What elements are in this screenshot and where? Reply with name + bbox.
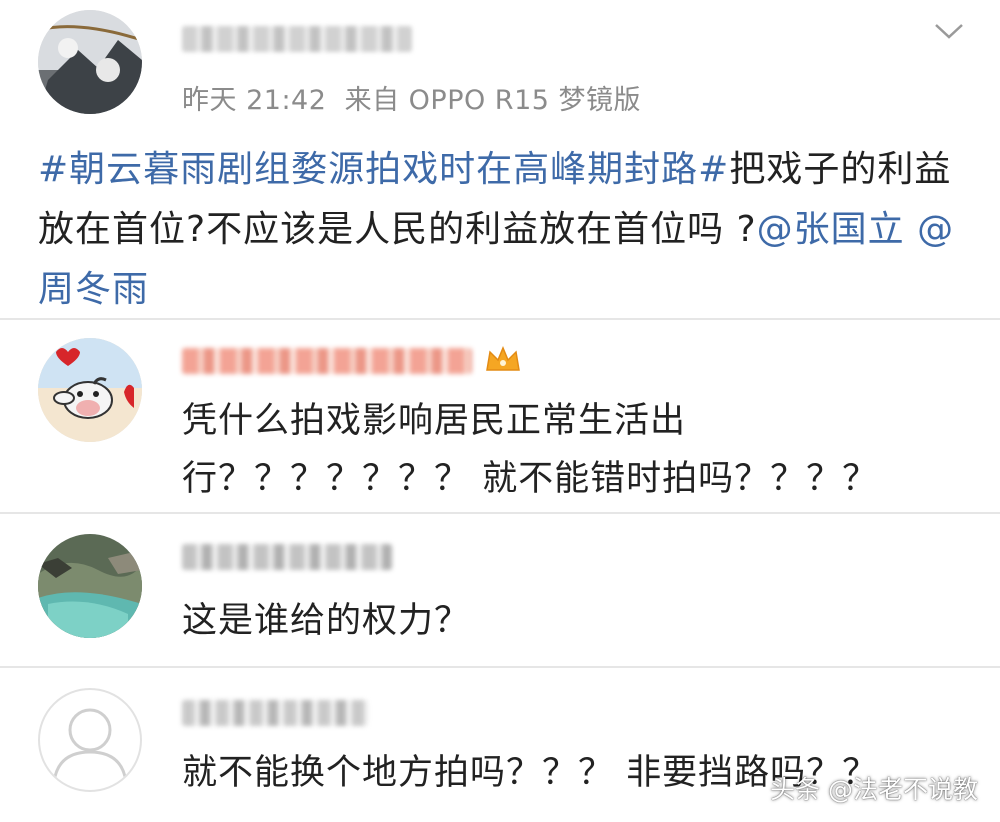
chevron-down-icon[interactable] [934,22,964,40]
comment-text: 这是谁给的权力？ [182,601,471,641]
crown-icon [486,346,520,371]
author-avatar[interactable] [38,10,142,114]
commenter-avatar[interactable] [38,338,142,442]
post-time: 昨天 21:42 [182,85,327,116]
commenter-avatar[interactable] [38,534,142,638]
post-meta: 昨天 21:42 来自 OPPO R15 梦镜版 [182,78,641,117]
author-name-blurred[interactable] [182,26,412,52]
mention-link[interactable]: @张国立 [757,209,905,250]
commenter-name-blurred[interactable] [182,544,392,570]
commenter-name-blurred[interactable] [182,348,472,374]
comment-item: 凭什么拍戏影响居民正常生活出行？？？？？？？ 就不能错时拍吗？？？？ [0,320,1000,512]
commenter-name-blurred[interactable] [182,700,368,726]
weibo-post: 昨天 21:42 来自 OPPO R15 梦镜版 #朝云暮雨剧组婺源拍戏时在高峰… [0,0,1000,318]
comment-text: 凭什么拍戏影响居民正常生活出行？？？？？？？ 就不能错时拍吗？？？？ [182,401,879,499]
post-body: #朝云暮雨剧组婺源拍戏时在高峰期封路#把戏子的利益放在首位?不应该是人民的利益放… [38,140,958,320]
comment-item: 这是谁给的权力？ [0,514,1000,666]
post-source: 来自 OPPO R15 梦镜版 [344,85,642,116]
default-avatar[interactable] [38,688,142,792]
topic-link[interactable]: #朝云暮雨剧组婺源拍戏时在高峰期封路# [38,149,729,190]
watermark: 头条 @法老不说教 [770,775,978,804]
